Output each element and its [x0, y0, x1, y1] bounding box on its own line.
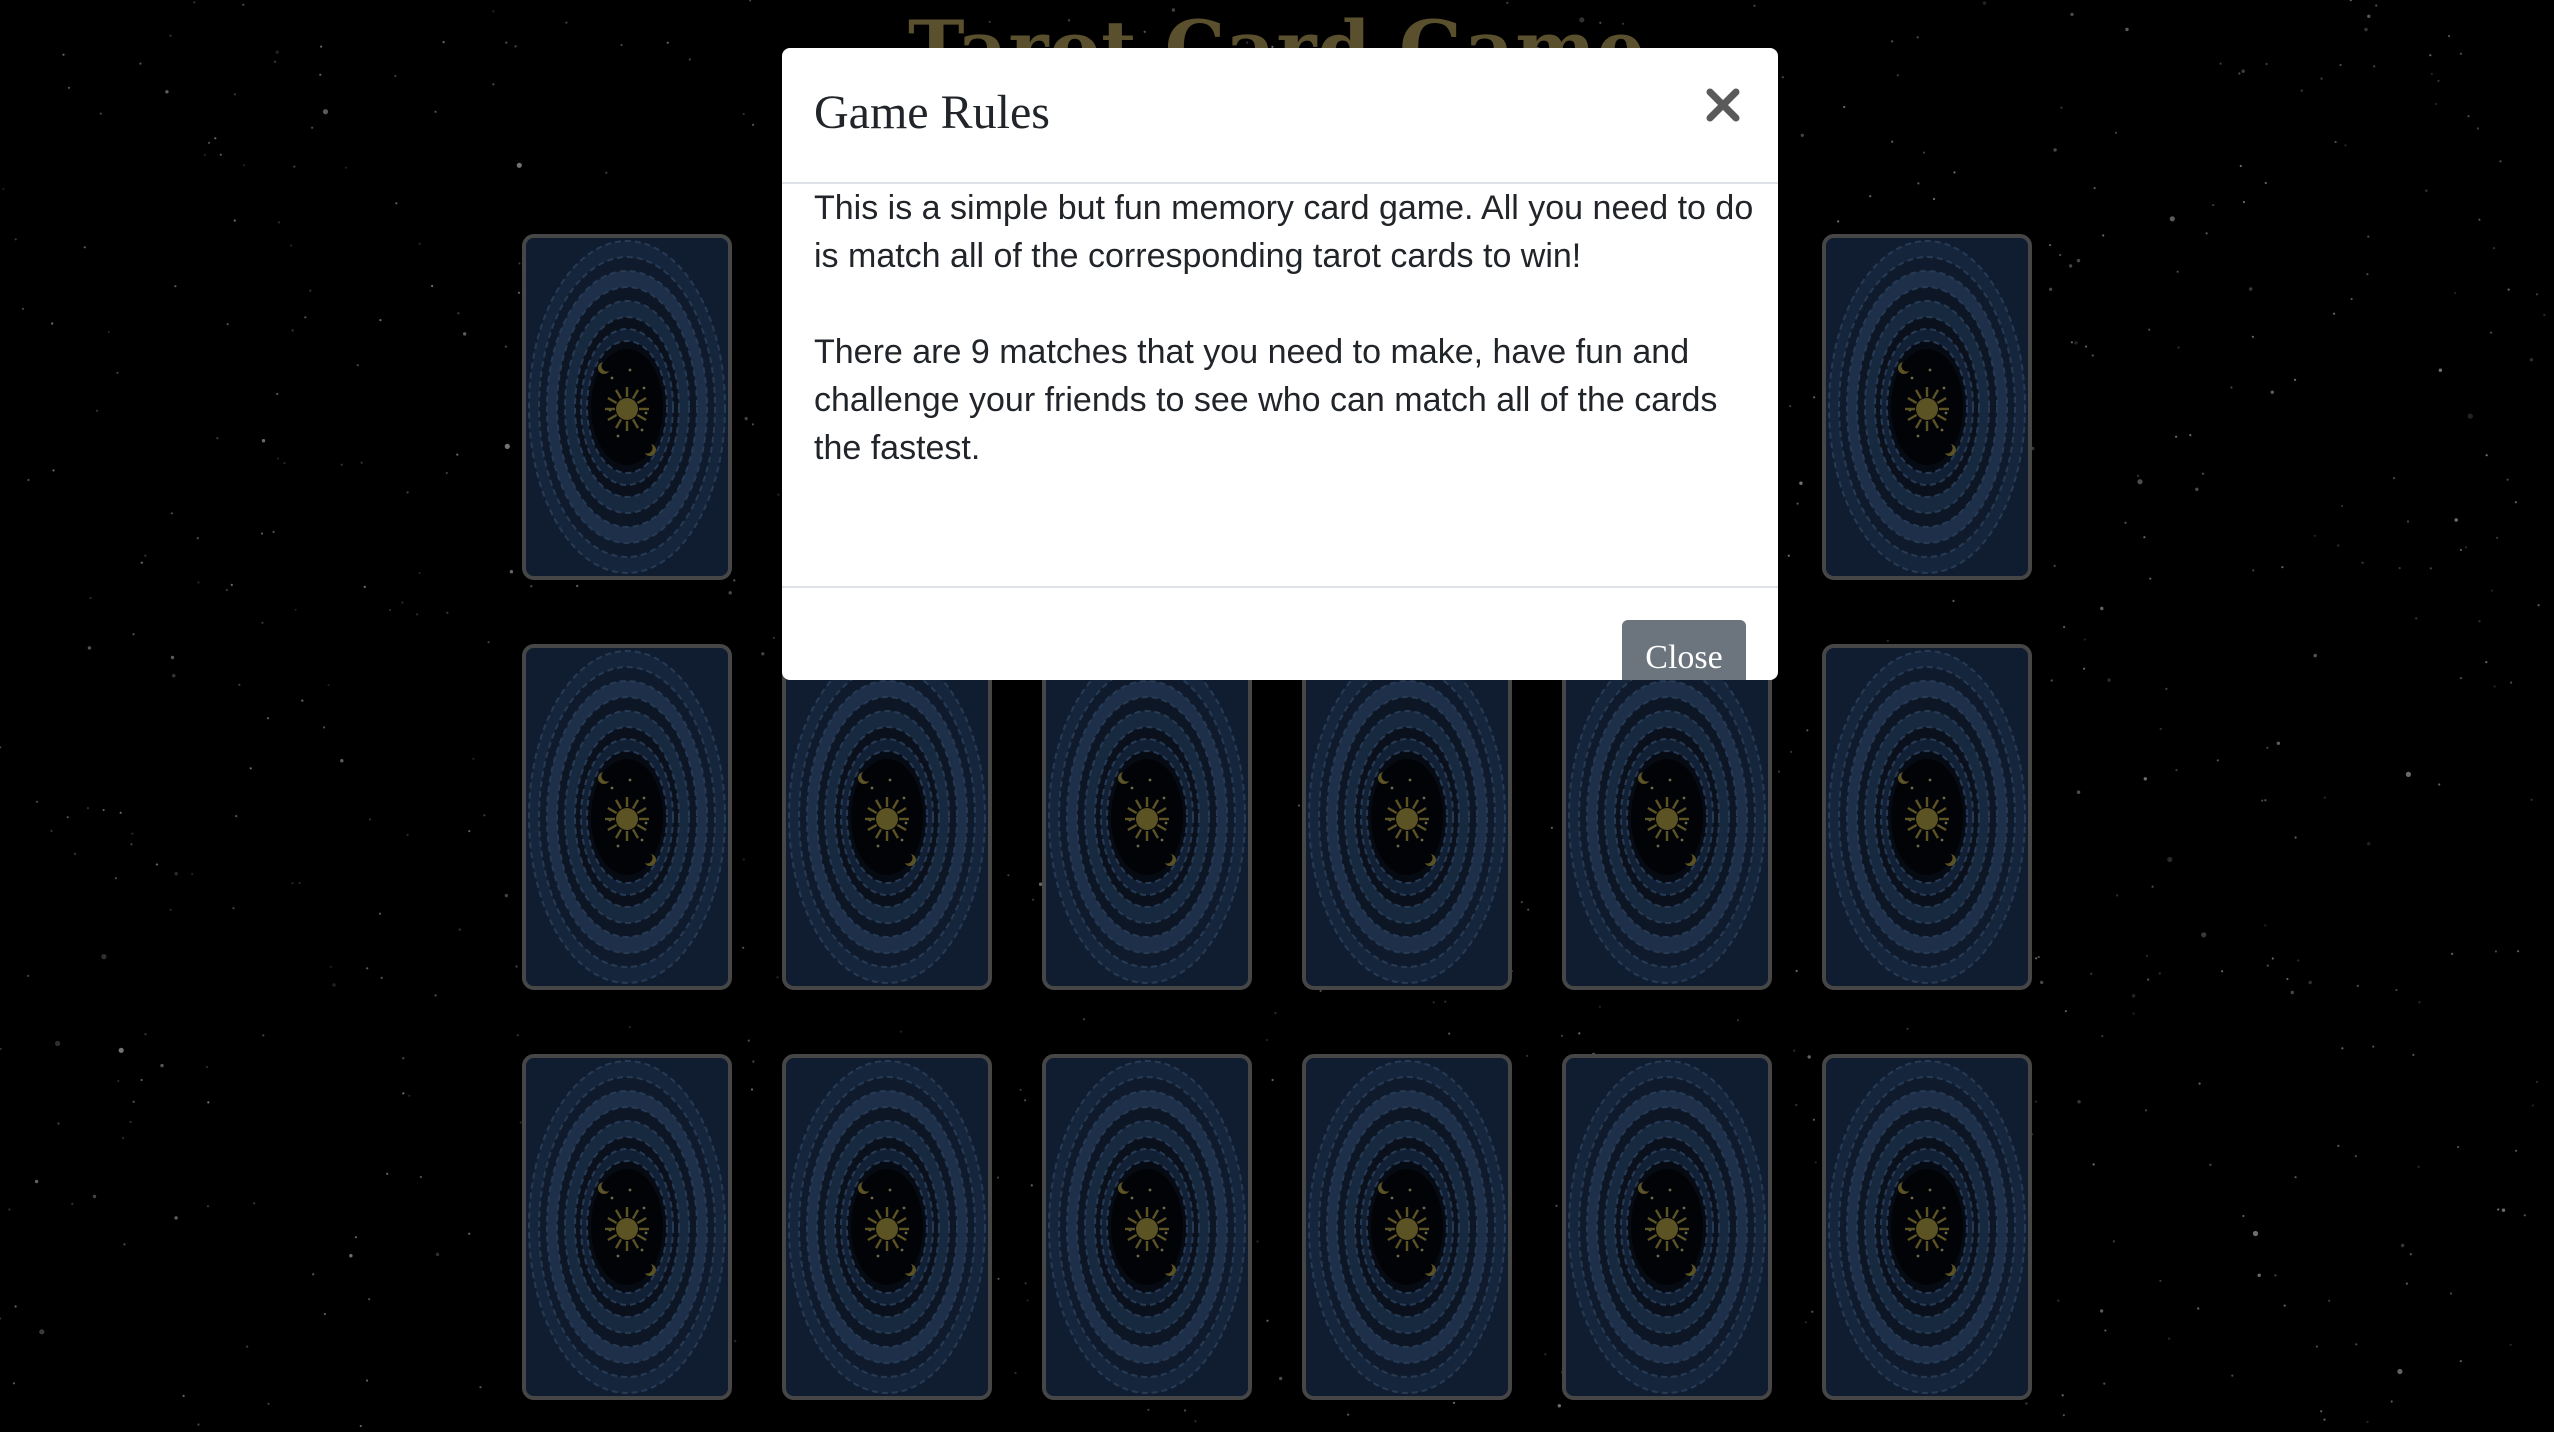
modal-body: This is a simple but fun memory card gam… — [782, 184, 1778, 588]
rules-modal: Game Rules This is a simple but fun memo… — [782, 48, 1778, 680]
modal-footer: Close — [782, 586, 1778, 680]
close-icon — [1706, 88, 1740, 122]
close-icon-button[interactable] — [1696, 78, 1750, 132]
modal-title: Game Rules — [814, 86, 1050, 139]
modal-header: Game Rules — [782, 48, 1778, 184]
close-button[interactable]: Close — [1622, 620, 1746, 680]
rules-paragraph-matches: There are 9 matches that you need to mak… — [814, 333, 1718, 467]
game-page: Tarot Card Game Game Rules This is a sim… — [0, 0, 2554, 1432]
rules-paragraph-intro: This is a simple but fun memory card gam… — [814, 189, 1754, 275]
